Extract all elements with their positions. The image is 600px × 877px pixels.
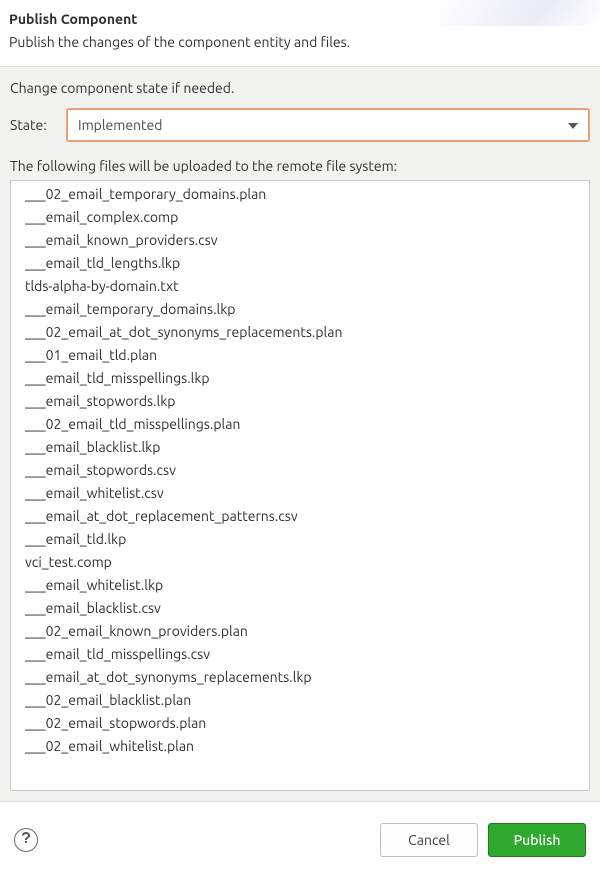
state-select[interactable]: Implemented xyxy=(66,108,590,142)
file-item[interactable]: ___01_email_tld.plan xyxy=(12,344,589,367)
dialog-footer: Cancel Publish xyxy=(0,801,600,877)
file-item[interactable]: ___email_blacklist.lkp xyxy=(12,436,589,459)
file-item[interactable]: tlds-alpha-by-domain.txt xyxy=(12,275,589,298)
file-item[interactable]: ___email_at_dot_replacement_patterns.csv xyxy=(12,505,589,528)
file-item[interactable]: ___02_email_stopwords.plan xyxy=(12,712,589,735)
dialog-body: Change component state if needed. State:… xyxy=(0,67,600,801)
help-button[interactable] xyxy=(14,828,38,852)
question-mark-icon xyxy=(22,832,30,847)
file-item[interactable]: ___02_email_blacklist.plan xyxy=(12,689,589,712)
file-item[interactable]: ___02_email_tld_misspellings.plan xyxy=(12,413,589,436)
file-item[interactable]: vci_test.comp xyxy=(12,551,589,574)
file-item[interactable]: ___email_whitelist.lkp xyxy=(12,574,589,597)
file-item[interactable]: ___email_at_dot_synonyms_replacements.lk… xyxy=(12,666,589,689)
file-item[interactable]: ___02_email_at_dot_synonyms_replacements… xyxy=(12,321,589,344)
file-item[interactable]: ___02_email_temporary_domains.plan xyxy=(12,183,589,206)
dialog-header: Publish Component Publish the changes of… xyxy=(0,0,600,67)
file-item[interactable]: ___email_complex.comp xyxy=(12,206,589,229)
file-item[interactable]: ___email_stopwords.csv xyxy=(12,459,589,482)
file-item[interactable]: ___email_tld_misspellings.csv xyxy=(12,643,589,666)
file-item[interactable]: ___email_whitelist.csv xyxy=(12,482,589,505)
chevron-down-icon xyxy=(568,118,578,132)
file-item[interactable]: ___email_temporary_domains.lkp xyxy=(12,298,589,321)
state-row: State: Implemented xyxy=(10,108,590,142)
dialog-title: Publish Component xyxy=(9,11,586,27)
publish-button[interactable]: Publish xyxy=(488,823,586,857)
file-item[interactable]: ___02_email_whitelist.plan xyxy=(12,735,589,758)
file-item[interactable]: ___email_tld.lkp xyxy=(12,528,589,551)
file-item[interactable]: ___02_email_known_providers.plan xyxy=(12,620,589,643)
cancel-button[interactable]: Cancel xyxy=(380,823,478,857)
file-item[interactable]: ___email_tld_misspellings.lkp xyxy=(12,367,589,390)
file-item[interactable]: ___email_known_providers.csv xyxy=(12,229,589,252)
file-item[interactable]: ___email_stopwords.lkp xyxy=(12,390,589,413)
publish-component-dialog: Publish Component Publish the changes of… xyxy=(0,0,600,877)
file-item[interactable]: ___email_blacklist.csv xyxy=(12,597,589,620)
state-label: State: xyxy=(10,117,56,133)
state-select-value: Implemented xyxy=(78,117,568,133)
file-item[interactable]: ___email_tld_lengths.lkp xyxy=(12,252,589,275)
state-instruction: Change component state if needed. xyxy=(10,80,590,96)
upload-label: The following files will be uploaded to … xyxy=(10,158,590,174)
file-list[interactable]: ___02_email_temporary_domains.plan___ema… xyxy=(10,180,590,791)
dialog-subtitle: Publish the changes of the component ent… xyxy=(9,34,586,50)
